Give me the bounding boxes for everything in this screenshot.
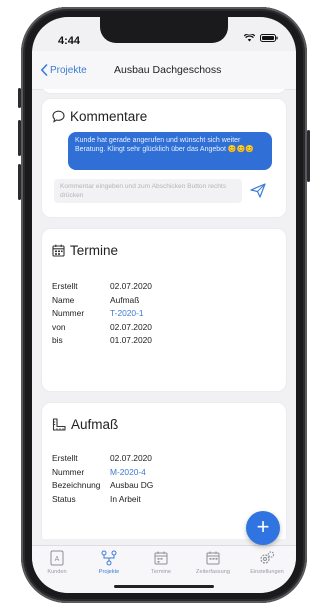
send-icon[interactable] (250, 183, 266, 198)
tab-label: Termine (151, 569, 171, 575)
wifi-icon (244, 34, 255, 42)
calendar-icon (138, 550, 184, 568)
aufmass-title-text: Aufmaß (71, 417, 119, 432)
page-title: Ausbau Dachgeschoss (114, 64, 222, 76)
termine-details: Erstellt 02.07.2020 Name Aufmaß Nummer T-20… (52, 281, 276, 349)
speech-bubble-icon (52, 110, 65, 123)
aufmass-title: Aufmaß (52, 417, 118, 432)
detail-key: Erstellt (52, 453, 78, 463)
comment-input[interactable]: Kommentar eingeben und zum Abschicken Bu… (54, 179, 242, 203)
side-button-left (18, 164, 21, 200)
detail-value: 02.07.2020 (110, 453, 152, 463)
termine-card[interactable]: Termine Erstellt 02.07.2020 Name Aufmaß Nu… (42, 229, 286, 391)
detail-value: Aufmaß (110, 294, 140, 305)
detail-value: 02.07.2020 (110, 321, 152, 332)
tab-label: Einstellungen (250, 569, 284, 575)
tab-projekte[interactable]: Projekte (86, 550, 132, 575)
gear-icon (244, 550, 290, 568)
detail-value: 01.07.2020 (110, 335, 152, 346)
ruler-icon (52, 418, 66, 431)
detail-key: Status (52, 493, 76, 504)
battery-icon (260, 34, 278, 42)
detail-row: bis 01.07.2020 (52, 335, 276, 349)
scroll-content[interactable]: Kommentare Kunde hat gerade angerufen un… (32, 89, 296, 539)
detail-row: Name Aufmaß (52, 295, 276, 309)
notch (100, 17, 228, 43)
home-indicator (114, 585, 214, 588)
termine-title: Termine (52, 243, 118, 258)
chevron-left-icon (41, 64, 48, 76)
detail-value: In Arbeit (110, 493, 141, 504)
back-button[interactable]: Projekte (40, 64, 87, 76)
detail-row: Nummer M-2020-4 (52, 467, 276, 481)
back-button-label: Projekte (50, 64, 87, 76)
side-button-left (18, 120, 21, 156)
aufmass-number-link[interactable]: M-2020-4 (110, 467, 146, 477)
detail-key: bis (52, 335, 63, 346)
tab-zeiterfassung[interactable]: Zeiterfassung (190, 550, 236, 575)
detail-value: Ausbau DG (110, 480, 154, 491)
comments-title: Kommentare (52, 109, 147, 124)
detail-row: Status In Arbeit (52, 494, 276, 508)
aufmass-details: Erstellt 02.07.2020 Nummer M-2020-4 Bezeic… (52, 453, 276, 507)
detail-row: Erstellt 02.07.2020 (52, 453, 276, 467)
side-button-right (307, 130, 310, 182)
calendar-icon (190, 550, 236, 568)
detail-key: Nummer (52, 466, 85, 477)
calendar-icon (52, 244, 65, 257)
detail-row: Nummer T-2020-1 (52, 308, 276, 322)
detail-row: Bezeichnung Ausbau DG (52, 480, 276, 494)
termin-number-link[interactable]: T-2020-1 (110, 308, 144, 318)
projects-icon (86, 550, 132, 568)
tab-einstellungen[interactable]: Einstellungen (244, 550, 290, 575)
detail-value: 02.07.2020 (110, 281, 152, 291)
add-button[interactable]: + (246, 511, 280, 545)
tab-label: Kunden (47, 569, 67, 575)
previous-card (42, 89, 286, 93)
detail-row: Erstellt 02.07.2020 (52, 281, 276, 295)
termine-title-text: Termine (70, 243, 119, 258)
navigation-bar: Projekte Ausbau Dachgeschoss (32, 51, 296, 90)
detail-key: Nummer (52, 308, 85, 319)
screen: 4:44 Projekte Ausbau Dachgeschoss Kommen… (32, 17, 296, 593)
tab-label: Projekte (98, 569, 120, 575)
detail-key: Name (52, 294, 75, 305)
status-time: 4:44 (58, 35, 81, 47)
detail-key: von (52, 321, 66, 332)
comments-card: Kommentare Kunde hat gerade angerufen un… (42, 99, 286, 217)
comment-message: Kunde hat gerade angerufen und wünscht s… (68, 132, 272, 170)
tab-kunden[interactable]: A Kunden (34, 550, 80, 575)
detail-key: Erstellt (52, 281, 78, 291)
side-button-left (18, 88, 21, 108)
svg-text:A: A (55, 556, 60, 563)
status-icons (244, 34, 278, 42)
detail-key: Bezeichnung (52, 480, 101, 491)
comments-title-text: Kommentare (70, 109, 148, 124)
tab-label: Zeiterfassung (196, 569, 230, 575)
detail-row: von 02.07.2020 (52, 322, 276, 336)
contact-icon: A (34, 550, 80, 568)
tab-termine[interactable]: Termine (138, 550, 184, 575)
